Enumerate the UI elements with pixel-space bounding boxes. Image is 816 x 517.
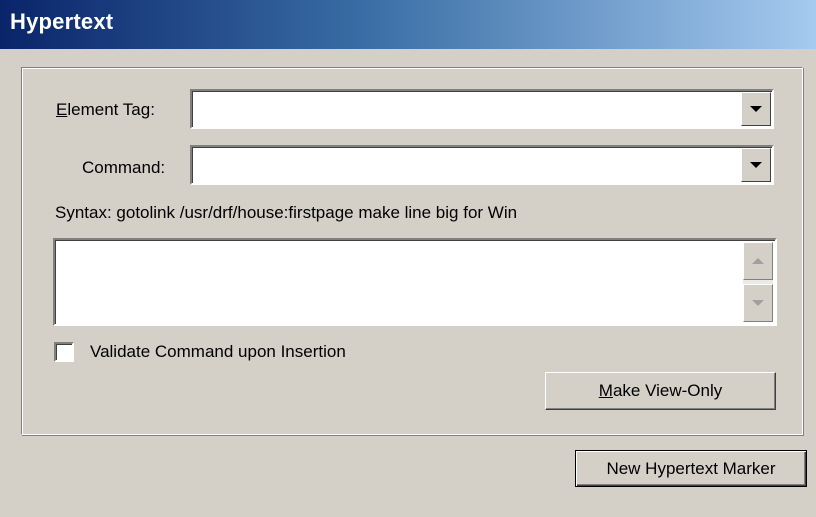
- command-label: Command:: [82, 158, 166, 177]
- scroll-down-icon: [752, 300, 764, 306]
- text-area-scrollbar[interactable]: [743, 242, 773, 322]
- element-tag-label: Element Tag:: [56, 100, 155, 120]
- command-combobox[interactable]: [190, 145, 774, 185]
- make-view-only-label: ake View-Only: [612, 381, 723, 400]
- make-view-only-accel: M: [598, 381, 613, 400]
- scroll-down-button[interactable]: [743, 284, 773, 322]
- new-hypertext-marker-label: New Hypertext Marker: [606, 458, 776, 478]
- syntax-text: Syntax: gotolink /usr/drf/house:firstpag…: [55, 203, 518, 222]
- title-bar[interactable]: Hypertext: [0, 0, 816, 49]
- scroll-up-button[interactable]: [743, 242, 773, 280]
- command-text-area[interactable]: [53, 238, 777, 326]
- window-title: Hypertext: [10, 9, 114, 34]
- chevron-down-icon: [750, 162, 762, 168]
- validate-command-label[interactable]: Validate Command upon Insertion: [90, 342, 346, 362]
- chevron-down-icon: [750, 106, 762, 112]
- element-tag-combobox[interactable]: [190, 89, 774, 129]
- element-tag-accel: E: [56, 100, 68, 119]
- element-tag-label-text: lement Tag:: [67, 100, 155, 119]
- scroll-up-icon: [752, 258, 764, 264]
- element-tag-dropdown-button[interactable]: [741, 92, 771, 126]
- validate-command-checkbox[interactable]: [54, 342, 74, 362]
- new-hypertext-marker-button[interactable]: New Hypertext Marker: [575, 450, 807, 487]
- make-view-only-button[interactable]: Make View-Only: [545, 372, 776, 410]
- hypertext-dialog: Hypertext Element Tag: Command: Syntax: …: [0, 0, 816, 517]
- command-dropdown-button[interactable]: [741, 148, 771, 182]
